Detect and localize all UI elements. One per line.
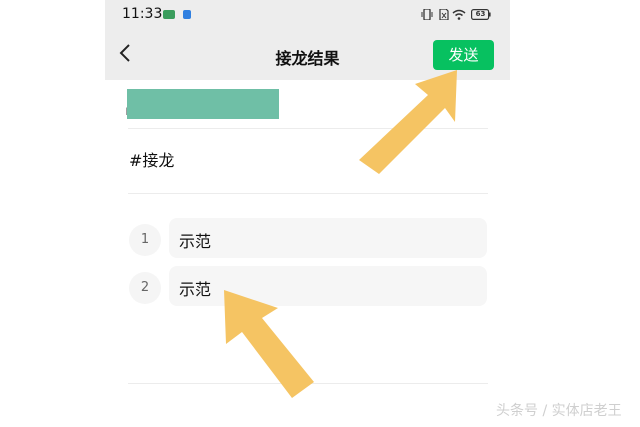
entry-text: 示范	[179, 232, 212, 251]
entry-input[interactable]: 示范	[169, 266, 487, 306]
notification-icons	[163, 10, 191, 19]
annotation-arrow-up-left	[224, 290, 314, 398]
battery-icon: 63	[471, 9, 491, 20]
vibrate-icon	[421, 9, 433, 20]
entry-row: 1 示范	[129, 218, 489, 258]
divider	[128, 193, 488, 194]
redacted-name-block	[127, 89, 279, 119]
battery-level: 63	[475, 10, 486, 18]
wifi-icon	[452, 9, 466, 20]
entry-input[interactable]: 示范	[169, 218, 487, 258]
annotation-arrow-up-right	[359, 70, 457, 174]
status-bar: 11:33 63	[105, 0, 510, 30]
status-time: 11:33	[122, 6, 163, 22]
entry-number: 2	[129, 272, 161, 304]
watermark-text: 头条号 / 实体店老王	[496, 403, 622, 419]
sim-icon	[439, 9, 449, 20]
entry-number: 1	[129, 224, 161, 256]
jielong-topic[interactable]: #接龙	[129, 147, 174, 171]
entry-text: 示范	[179, 280, 212, 299]
